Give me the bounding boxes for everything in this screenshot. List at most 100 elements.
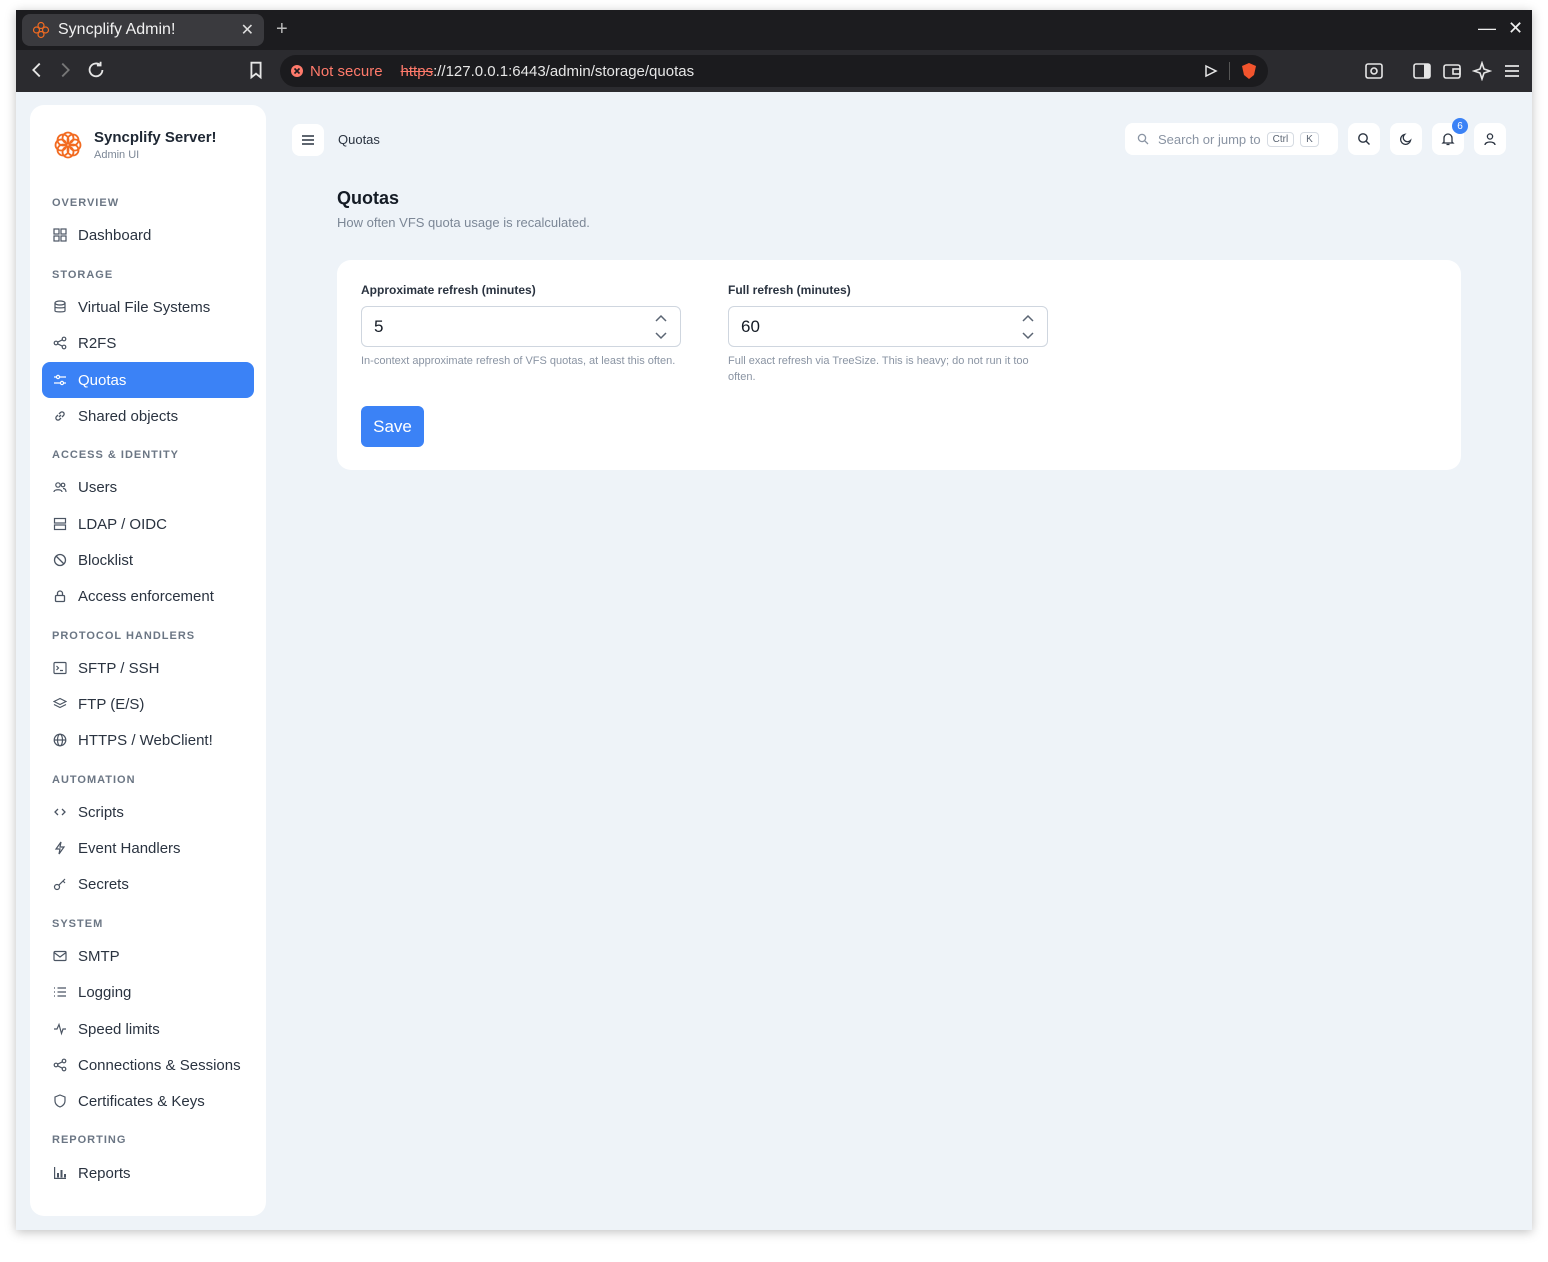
- sidebar-item-label: HTTPS / WebClient!: [78, 731, 213, 749]
- sidebar-item-users[interactable]: Users: [42, 469, 254, 505]
- sidebar-item-event-handlers[interactable]: Event Handlers: [42, 830, 254, 866]
- bar-chart-icon: [54, 1167, 66, 1179]
- sidebar-item-label: Shared objects: [78, 407, 179, 425]
- sidebar-item-label: SFTP / SSH: [78, 659, 160, 677]
- sidebar-item-shared-objects[interactable]: Shared objects: [42, 398, 254, 434]
- browser-menu-icon[interactable]: [1502, 61, 1522, 81]
- forward-icon[interactable]: [54, 59, 76, 81]
- sidebar-item-access-enforcement[interactable]: Access enforcement: [42, 578, 254, 614]
- address-bar[interactable]: Not secure https ://127.0.0.1:6443/admin…: [280, 55, 1268, 87]
- section-label-system: SYSTEM: [52, 918, 104, 930]
- full-refresh-label: Full refresh (minutes): [728, 283, 851, 297]
- sidebar-item-dashboard[interactable]: Dashboard: [42, 217, 254, 253]
- sidebar-item-label: LDAP / OIDC: [78, 515, 167, 533]
- approx-refresh-input[interactable]: 5: [361, 306, 681, 347]
- section-label-access-identity: ACCESS & IDENTITY: [52, 449, 180, 461]
- code-icon: [54, 808, 66, 816]
- url-text: ://127.0.0.1:6443/admin/storage/quotas: [433, 62, 695, 80]
- save-button[interactable]: Save: [361, 406, 424, 447]
- tab-close-icon[interactable]: ✕: [241, 20, 254, 40]
- ban-icon: [53, 553, 67, 567]
- theme-toggle-button[interactable]: [1390, 123, 1422, 155]
- send-icon[interactable]: [1203, 63, 1219, 79]
- security-label: Not secure: [310, 62, 383, 80]
- sidebar-item-label: R2FS: [78, 334, 117, 352]
- users-icon: [53, 482, 67, 493]
- database-icon: [54, 300, 66, 313]
- sidebar-item-label: Logging: [78, 983, 132, 1001]
- sidebar-item-virtual-file-systems[interactable]: Virtual File Systems: [42, 289, 254, 325]
- tab-strip: Syncplify Admin! ✕ + — ✕: [16, 10, 1532, 50]
- search-button[interactable]: [1348, 123, 1380, 155]
- brave-shield-icon[interactable]: [1240, 62, 1258, 80]
- sidebar: Syncplify Server! Admin UI OVERVIEW Dash…: [30, 105, 266, 1216]
- section-label-overview: OVERVIEW: [52, 197, 120, 209]
- section-label-reporting: REPORTING: [52, 1134, 127, 1146]
- sidebar-item-reports[interactable]: Reports: [42, 1155, 254, 1191]
- new-tab-icon[interactable]: +: [276, 18, 288, 41]
- sidebar-item-blocklist[interactable]: Blocklist: [42, 542, 254, 578]
- sidebar-item-logging[interactable]: Logging: [42, 974, 254, 1010]
- brand[interactable]: Syncplify Server! Admin UI: [52, 129, 217, 161]
- approx-refresh-value: 5: [374, 316, 384, 336]
- sidebar-item-label: Blocklist: [78, 551, 134, 569]
- number-stepper-icon[interactable]: [1021, 312, 1035, 342]
- number-stepper-icon[interactable]: [654, 312, 668, 342]
- sidebar-item-ftp[interactable]: FTP (E/S): [42, 686, 254, 722]
- screenshot-icon[interactable]: [1364, 61, 1384, 81]
- not-secure-icon: [291, 65, 303, 77]
- sidebar-item-label: SMTP: [78, 947, 120, 965]
- section-label-storage: STORAGE: [52, 269, 114, 281]
- sidebar-item-certificates-keys[interactable]: Certificates & Keys: [42, 1083, 254, 1119]
- sidebar-item-speed-limits[interactable]: Speed limits: [42, 1011, 254, 1047]
- window-close-icon[interactable]: ✕: [1508, 18, 1523, 39]
- share-icon: [53, 336, 67, 350]
- moon-icon: [1399, 133, 1412, 146]
- sidebar-toggle-icon[interactable]: [1412, 61, 1432, 81]
- divider: [1229, 62, 1230, 80]
- user-icon: [1484, 133, 1496, 146]
- reload-icon[interactable]: [85, 59, 107, 81]
- leo-ai-icon[interactable]: [1472, 61, 1492, 81]
- sidebar-item-label: Scripts: [78, 803, 124, 821]
- menu-toggle-button[interactable]: [292, 124, 324, 156]
- sidebar-item-label: Event Handlers: [78, 839, 181, 857]
- tab-title: Syncplify Admin!: [58, 21, 176, 38]
- url-scheme: https: [400, 62, 434, 80]
- lock-icon: [54, 590, 66, 603]
- user-menu-button[interactable]: [1474, 123, 1506, 155]
- search-input[interactable]: Search or jump to Ctrl K: [1125, 123, 1338, 155]
- sidebar-item-label: Secrets: [78, 875, 129, 893]
- share-icon: [53, 1058, 67, 1072]
- back-icon[interactable]: [26, 59, 48, 81]
- bookmark-icon[interactable]: [245, 59, 267, 81]
- key-icon: [53, 878, 66, 891]
- bell-icon: [1441, 133, 1455, 146]
- sidebar-item-label: Reports: [78, 1164, 131, 1182]
- syncplify-logo-icon: [54, 131, 82, 159]
- sidebar-item-r2fs[interactable]: R2FS: [42, 325, 254, 361]
- sidebar-item-label: Connections & Sessions: [78, 1056, 241, 1074]
- sidebar-item-label: Access enforcement: [78, 587, 214, 605]
- grid-icon: [53, 228, 67, 242]
- search-icon: [1358, 133, 1370, 145]
- minimize-icon[interactable]: —: [1478, 18, 1496, 39]
- sidebar-item-quotas[interactable]: Quotas: [42, 362, 254, 398]
- sidebar-item-sftp-ssh[interactable]: SFTP / SSH: [42, 650, 254, 686]
- sidebar-item-ldap-oidc[interactable]: LDAP / OIDC: [42, 506, 254, 542]
- sidebar-item-label: Dashboard: [78, 226, 152, 244]
- browser-tab[interactable]: Syncplify Admin! ✕: [22, 14, 264, 46]
- full-refresh-input[interactable]: 60: [728, 306, 1048, 347]
- app-content: Syncplify Server! Admin UI OVERVIEW Dash…: [16, 92, 1532, 1230]
- sidebar-item-secrets[interactable]: Secrets: [42, 866, 254, 902]
- wallet-icon[interactable]: [1442, 61, 1462, 81]
- full-refresh-help: Full exact refresh via TreeSize. This is…: [728, 355, 1029, 383]
- sidebar-item-https-webclient[interactable]: HTTPS / WebClient!: [42, 722, 254, 758]
- sidebar-item-smtp[interactable]: SMTP: [42, 938, 254, 974]
- notification-badge: 6: [1452, 118, 1468, 134]
- search-placeholder: Search or jump to: [1158, 131, 1261, 147]
- sidebar-item-connections-sessions[interactable]: Connections & Sessions: [42, 1047, 254, 1083]
- section-label-automation: AUTOMATION: [52, 774, 136, 786]
- sidebar-item-scripts[interactable]: Scripts: [42, 794, 254, 830]
- page-subtitle: How often VFS quota usage is recalculate…: [337, 215, 590, 230]
